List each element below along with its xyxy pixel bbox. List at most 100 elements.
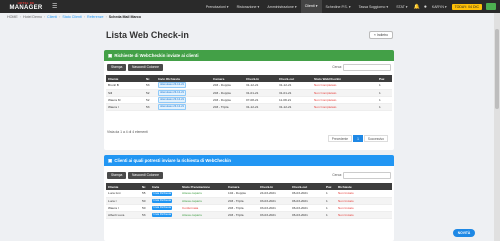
table-cell: Non Inviato (336, 204, 392, 212)
menu-item[interactable]: STAT ▾ (392, 5, 411, 9)
menu-item[interactable]: Amministrazione ▾ (263, 5, 300, 9)
breadcrumb-item[interactable]: Clienti (47, 15, 57, 19)
menu-item[interactable]: Prenotazioni ▾ (202, 5, 233, 9)
breadcrumb-item[interactable]: Stato Clienti (62, 15, 81, 19)
column-header[interactable]: Stato Prenotazione (180, 183, 226, 190)
column-header[interactable]: Invia (150, 183, 180, 190)
table-cell: Attesa caparre (180, 211, 226, 219)
app-logo[interactable]: HOTEL DE MANAGER (2, 0, 50, 13)
breadcrumb-separator: › (105, 15, 107, 19)
section-title: Richieste di WebCheckin inviate ai clien… (114, 53, 199, 58)
table-cell: 31-12-21 (277, 82, 312, 90)
table-cell: 06-03-2021 (290, 204, 324, 212)
table-info: Vista da 1 a 4 di 4 elementi (107, 130, 148, 134)
table-cell: 31-01-21 (244, 89, 277, 97)
table-cell: 203 - Tripla (226, 204, 258, 212)
user-avatar-icon[interactable]: ● (422, 4, 429, 10)
table-row: Waura I 50 Invia Richiesta Confermata 203 - … (106, 204, 392, 212)
pagination-item[interactable]: 1 (353, 135, 363, 142)
main-menu: Prenotazioni ▾ Ristorazione ▾ Amministrazi… (202, 0, 412, 13)
request-sent-badge: ottenutasu 23-12-21 (158, 96, 187, 102)
notification-bell-icon[interactable]: 🔔 (412, 4, 422, 10)
breadcrumb-separator: › (43, 15, 46, 19)
search-label: Cerca: (332, 173, 342, 177)
table-cell: Luca I (106, 197, 140, 205)
table-cell: Luca Isni (106, 190, 140, 198)
table-cell: Brunil B (106, 82, 144, 90)
send-request-button[interactable]: Invia Richiesta (152, 199, 173, 203)
search-input[interactable] (343, 64, 391, 71)
table-cell: 53 (144, 82, 156, 90)
menu-toggle-icon[interactable]: ☰ (52, 3, 60, 10)
pagination-item[interactable]: Precedente (327, 135, 353, 142)
print-button[interactable]: Stampa (107, 172, 127, 179)
table-cell: 03-03-2021 (258, 197, 290, 205)
send-request-button[interactable]: Invia Richiesta (152, 206, 173, 210)
back-button[interactable]: « Indietro (369, 31, 393, 39)
language-flag-icon[interactable] (486, 3, 496, 10)
column-header[interactable]: Camera (211, 75, 244, 82)
top-navbar: HOTEL DE MANAGER ☰ Prenotazioni ▾ Ristora… (0, 0, 500, 13)
column-header[interactable]: Stato WebCheckin (312, 75, 377, 82)
column-header[interactable]: Nr. (144, 75, 156, 82)
page-scrollbar[interactable] (494, 13, 500, 241)
pending-clients-header: ▣ Clienti ai quali potresti inviare la r… (104, 155, 394, 166)
hide-columns-button[interactable]: Nascondi Colonne (128, 172, 163, 179)
table-row: Sill 52 ottenutasu 23-12-21 203 - Doppia 31-… (106, 89, 392, 97)
table-cell: Invia Richiesta (150, 211, 180, 219)
breadcrumb: HOME › Hotel Demo › Clienti › Stato Clienti › Re… (7, 15, 141, 19)
table-cell: 1 (324, 197, 336, 205)
send-request-button[interactable]: Invia Richiesta (152, 191, 173, 196)
table-row: Luca I 50 Invia Richiesta Attesa caparre 203… (106, 197, 392, 205)
column-header[interactable]: Richieste (336, 183, 392, 190)
user-menu[interactable]: KARYN ▾ (429, 5, 450, 9)
column-header[interactable]: Invio Richiesta (156, 75, 211, 82)
column-header[interactable]: Cliente (106, 75, 144, 82)
column-header[interactable]: Check-In (258, 183, 290, 190)
table-cell: Non Completato (312, 103, 377, 111)
table-cell: 1 (377, 103, 392, 111)
news-chat-button[interactable]: NOVITÀ (453, 229, 475, 237)
pagination-item[interactable]: Successivo (363, 135, 388, 142)
menu-item[interactable]: Schedine P.S. ▾ (322, 5, 355, 9)
breadcrumb-item[interactable]: Hotel Demo (23, 15, 42, 19)
send-request-button[interactable]: Invia Richiesta (152, 213, 173, 217)
today-badge[interactable]: TODAY: 04 DIC (451, 3, 482, 10)
column-header[interactable]: Nr. (140, 183, 150, 190)
request-sent-badge: ottenutasu 23-12-21 (158, 82, 187, 88)
table-cell: 1 (324, 190, 336, 198)
menu-item[interactable]: Tassa Soggiorno ▾ (355, 5, 393, 9)
search-input[interactable] (343, 172, 391, 179)
table-cell: Invia Richiesta (150, 204, 180, 212)
table-cell: 50 (140, 197, 150, 205)
table-cell: ottenutasu 23-12-21 (156, 82, 211, 90)
page-title: Lista Web Check-in (106, 30, 189, 40)
table-row: Waura I 53 ottenutasu 23-12-21 203 - Tripla… (106, 103, 392, 111)
breadcrumb-item[interactable]: HOME (7, 15, 18, 19)
table-row: Luca Isni 55 Invia Richiesta Attesa caparre… (106, 190, 392, 198)
section-title: Clienti ai quali potresti inviare la ric… (114, 158, 232, 163)
menu-item[interactable]: Ristorazione ▾ (233, 5, 264, 9)
table-cell: Alberti Luca (106, 211, 140, 219)
menu-item[interactable]: Clienti ▾ (300, 0, 322, 13)
table-cell: 53 (144, 103, 156, 111)
breadcrumb-item[interactable]: Referenze (87, 15, 104, 19)
column-header[interactable]: Check-In (244, 75, 277, 82)
table-cell: 11-08-21 (277, 96, 312, 104)
column-header[interactable]: Pax (324, 183, 336, 190)
column-header[interactable]: Camera (226, 183, 258, 190)
table-cell: 104 - Doppia (226, 190, 258, 198)
info-icon: ▣ (108, 52, 113, 58)
hide-columns-button[interactable]: Nascondi Colonne (128, 64, 163, 71)
print-button[interactable]: Stampa (107, 64, 127, 71)
column-header[interactable]: Check-out (277, 75, 312, 82)
column-header[interactable]: Cliente (106, 183, 140, 190)
table-cell: 03-03-2021 (258, 204, 290, 212)
table-cell: 203 - Doppia (211, 82, 244, 90)
table-cell: 03-03-2021 (258, 211, 290, 219)
table-cell: Non Inviato (336, 190, 392, 198)
search-label: Cerca: (332, 65, 342, 69)
column-header[interactable]: Pax (377, 75, 392, 82)
table-cell: 203 - Tripla (211, 103, 244, 111)
column-header[interactable]: Check-out (290, 183, 324, 190)
